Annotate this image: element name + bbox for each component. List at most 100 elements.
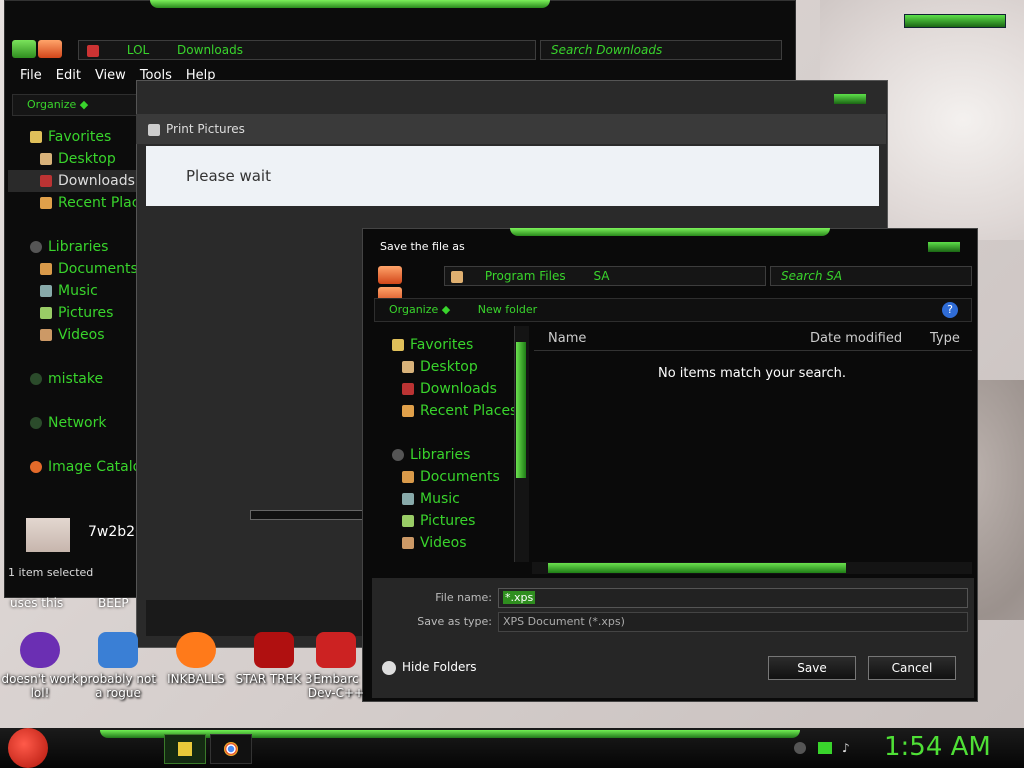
back-arrow-icon[interactable]: [378, 266, 402, 284]
nav-network[interactable]: Network: [8, 412, 138, 434]
file-list-header: Name Date modified Type: [534, 328, 972, 351]
folder-icon: [178, 742, 192, 756]
explorer-search-input[interactable]: Search Downloads: [540, 40, 782, 60]
desktop-icon-inkballs[interactable]: INKBALLS: [156, 632, 236, 686]
breadcrumb-lol[interactable]: LOL: [127, 43, 149, 57]
column-date-modified[interactable]: Date modified: [810, 328, 902, 350]
nav-scroll-thumb[interactable]: [516, 342, 526, 478]
window-control-buttons[interactable]: [904, 14, 1006, 28]
file-name-label: File name:: [435, 591, 492, 604]
nav-documents[interactable]: Documents: [388, 466, 518, 488]
breadcrumb-downloads[interactable]: Downloads: [177, 43, 243, 57]
inkballs-icon: [176, 632, 216, 668]
forward-arrow-icon[interactable]: [38, 40, 62, 58]
desktop-label-beep[interactable]: BEEP: [98, 596, 129, 610]
column-type[interactable]: Type: [930, 328, 960, 350]
taskbar-explorer-button[interactable]: [164, 734, 206, 764]
desktop-icon-star-trek[interactable]: STAR TREK 3: [234, 632, 314, 686]
nav-desktop[interactable]: Desktop: [388, 356, 518, 378]
documents-icon: [40, 263, 52, 275]
homegroup-icon: [30, 373, 42, 385]
save-search-input[interactable]: Search SA: [770, 266, 972, 286]
network-icon: [30, 417, 42, 429]
horizontal-scroll-thumb[interactable]: [548, 563, 846, 573]
taskbar-chrome-button[interactable]: [210, 734, 252, 764]
file-name-input[interactable]: *.xps: [498, 588, 968, 608]
nav-recent-places[interactable]: Recent Places: [8, 192, 155, 214]
nav-downloads[interactable]: Downloads: [388, 378, 518, 400]
save-toolbar: Organize ◆ New folder: [374, 298, 972, 322]
nav-favorites[interactable]: Favorites: [8, 126, 138, 148]
nav-desktop[interactable]: Desktop: [8, 148, 138, 170]
videos-icon: [40, 329, 52, 341]
save-dialog-top-glow: [510, 228, 830, 236]
cancel-button[interactable]: Cancel: [868, 656, 956, 680]
nav-mistake[interactable]: mistake: [8, 368, 138, 390]
downloads-icon: [402, 383, 414, 395]
videos-icon: [402, 537, 414, 549]
music-icon: [402, 493, 414, 505]
nav-libraries[interactable]: Libraries: [388, 444, 518, 466]
recent-places-icon: [40, 197, 52, 209]
libraries-icon: [392, 449, 404, 461]
network-tray-icon[interactable]: [818, 742, 832, 754]
back-forward-buttons[interactable]: [12, 40, 64, 58]
folder-icon: [87, 44, 99, 57]
nav-videos[interactable]: Videos: [8, 324, 138, 346]
start-button[interactable]: [8, 728, 48, 768]
nav-music[interactable]: Music: [388, 488, 518, 510]
nav-pictures[interactable]: Pictures: [388, 510, 518, 532]
star-icon: [30, 131, 42, 143]
column-name[interactable]: Name: [548, 328, 586, 350]
save-button[interactable]: Save: [768, 656, 856, 680]
desktop-icon-devcpp[interactable]: Embarc Dev-C++: [306, 632, 366, 700]
save-back-forward[interactable]: [378, 266, 428, 305]
print-close-button[interactable]: [834, 94, 866, 104]
desktop-label-uses-this[interactable]: uses this: [10, 596, 63, 610]
nav-recent-places[interactable]: Recent Places: [388, 400, 518, 422]
desktop-icon: [402, 361, 414, 373]
explorer-nav-pane: Favorites Desktop Downloads Recent Place…: [8, 126, 155, 478]
volume-icon[interactable]: ♪: [842, 742, 856, 754]
hide-folders-button[interactable]: Hide Folders: [382, 660, 477, 675]
nav-downloads[interactable]: Downloads: [8, 170, 138, 192]
nav-documents[interactable]: Documents: [8, 258, 138, 280]
menu-view[interactable]: View: [95, 68, 126, 83]
file-thumbnail[interactable]: [26, 518, 70, 552]
desktop-icon-rogue[interactable]: probably not a rogue: [78, 632, 158, 700]
taskbar-clock[interactable]: 1:54 AM: [884, 732, 991, 762]
recent-places-icon: [402, 405, 414, 417]
nav-videos[interactable]: Videos: [388, 532, 518, 554]
new-folder-button[interactable]: New folder: [478, 303, 537, 316]
gears-program-icon: [98, 632, 138, 668]
libraries-icon: [30, 241, 42, 253]
breadcrumb-program-files[interactable]: Program Files: [485, 269, 566, 283]
pictures-icon: [402, 515, 414, 527]
desktop-icon-yahoo[interactable]: doesn't work lol!: [0, 632, 80, 700]
print-title-bar: Print Pictures: [136, 114, 886, 144]
explorer-organize-button[interactable]: Organize ◆: [12, 94, 138, 116]
pictures-icon: [40, 307, 52, 319]
show-hidden-icons[interactable]: [794, 742, 806, 754]
save-address-bar[interactable]: Program Files SA: [444, 266, 766, 286]
star-trek-icon: [254, 632, 294, 668]
explorer-address-bar[interactable]: LOL Downloads: [78, 40, 536, 60]
nav-libraries[interactable]: Libraries: [8, 236, 138, 258]
explorer-status-bar: 1 item selected: [8, 566, 94, 579]
save-dialog-close-button[interactable]: [928, 242, 960, 252]
breadcrumb-sa[interactable]: SA: [593, 269, 609, 283]
back-arrow-icon[interactable]: [12, 40, 36, 58]
save-type-label: Save as type:: [417, 615, 492, 628]
save-nav-pane: Favorites Desktop Downloads Recent Place…: [388, 334, 518, 554]
save-type-select[interactable]: XPS Document (*.xps): [498, 612, 968, 632]
help-icon[interactable]: ?: [942, 302, 958, 318]
nav-music[interactable]: Music: [8, 280, 138, 302]
please-wait-text: Please wait: [186, 167, 271, 185]
chrome-icon: [224, 742, 238, 756]
save-organize-button[interactable]: Organize: [389, 303, 438, 316]
nav-image-catalog[interactable]: Image Catalog: [8, 456, 150, 478]
nav-pictures[interactable]: Pictures: [8, 302, 138, 324]
nav-favorites[interactable]: Favorites: [388, 334, 518, 356]
menu-file[interactable]: File: [20, 68, 42, 83]
menu-edit[interactable]: Edit: [56, 68, 81, 83]
